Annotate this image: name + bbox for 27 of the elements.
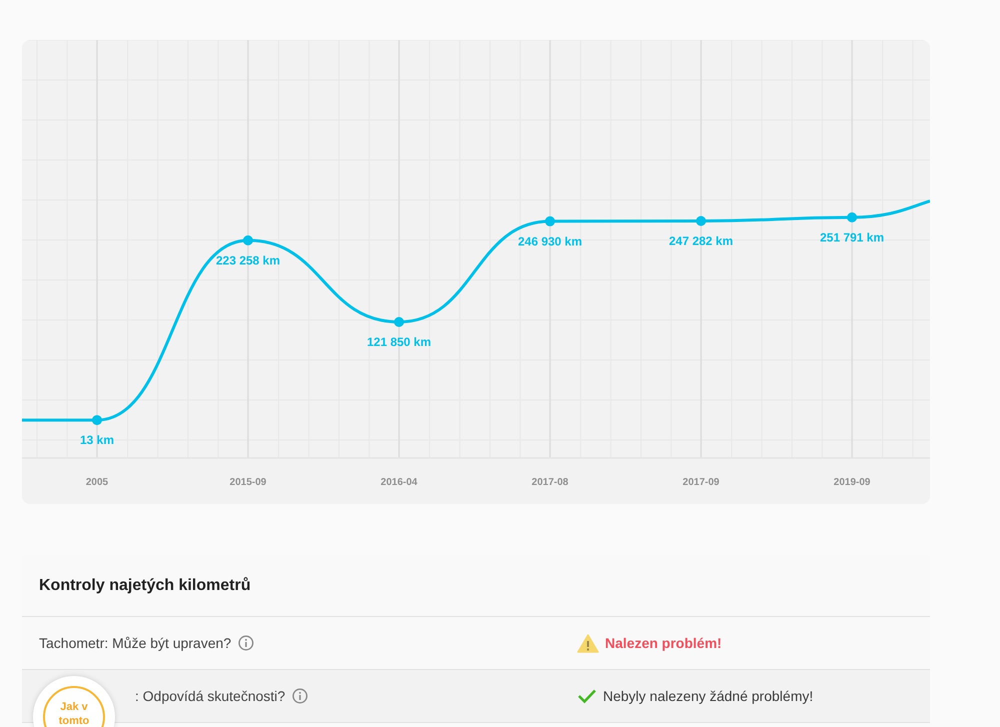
data-point	[394, 317, 404, 327]
info-icon[interactable]	[292, 688, 308, 704]
section-title: Kontroly najetých kilometrů	[39, 576, 251, 594]
checkmark-icon	[577, 688, 597, 704]
check-label: Tachometr: Může být upraven?	[39, 635, 232, 651]
value-label: 251 791 km	[820, 230, 884, 244]
data-point	[545, 216, 555, 226]
warning-icon	[577, 634, 599, 652]
data-point	[696, 216, 706, 226]
axis-label: 2016-04	[380, 477, 418, 488]
value-label: 223 258 km	[216, 253, 280, 268]
check-result: Nalezen problém!	[605, 635, 722, 651]
data-point	[92, 415, 102, 426]
axis-label: 2017-09	[682, 477, 720, 488]
value-label: 121 850 km	[366, 335, 432, 349]
value-label: 247 282 km	[668, 234, 734, 248]
axis-label: 2017-08	[532, 477, 568, 488]
data-point	[243, 235, 253, 246]
data-point	[847, 212, 857, 222]
axis-label: 2005	[86, 477, 108, 488]
info-icon[interactable]	[238, 635, 254, 651]
check-label: : Odpovídá skutečnosti?	[135, 688, 286, 704]
axis-label: 2015-09	[230, 477, 266, 488]
check-result: Nebyly nalezeny žádné problémy!	[603, 688, 814, 704]
axis-label: 2019-09	[834, 477, 870, 488]
value-label: 13 km	[80, 433, 114, 448]
value-label: 246 930 km	[518, 234, 582, 248]
